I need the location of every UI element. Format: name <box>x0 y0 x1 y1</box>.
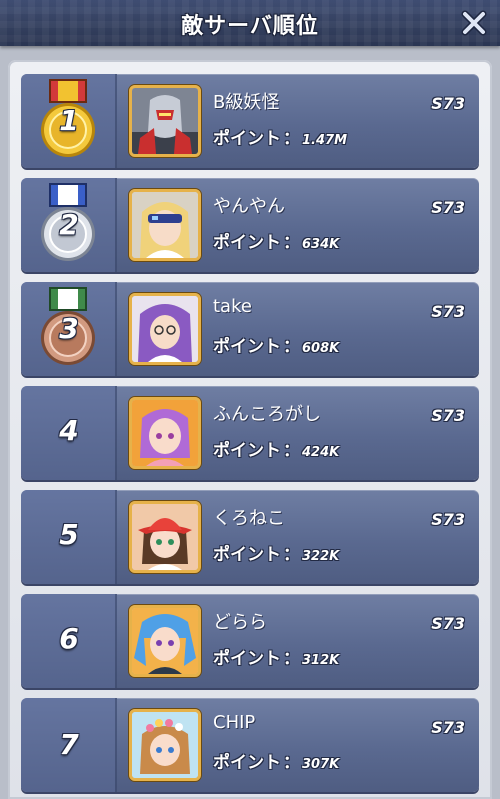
rank-number: 5 <box>59 518 79 551</box>
points-label: ポイント <box>213 649 281 669</box>
avatar[interactable] <box>129 85 201 157</box>
flower-crown-girl-avatar <box>132 712 198 778</box>
purple-hair-girl-avatar <box>132 400 198 466</box>
points: ポイント： 608K <box>213 332 339 357</box>
points-label: ポイント <box>213 753 281 773</box>
points-label: ポイント <box>213 545 281 565</box>
rank-number: 1 <box>59 104 79 137</box>
rank-number: 3 <box>59 312 79 345</box>
rank-cell: 6 <box>21 594 117 688</box>
points-colon: ： <box>283 337 300 357</box>
points-label: ポイント <box>213 129 281 149</box>
avatar[interactable] <box>129 709 201 781</box>
page-title: 敵サーバ順位 <box>181 14 319 39</box>
rank-cell: 3 <box>21 282 117 376</box>
points-colon: ： <box>283 545 300 565</box>
rank-number: 6 <box>59 622 79 655</box>
points-value: 307K <box>302 757 340 772</box>
avatar[interactable] <box>129 501 201 573</box>
points-value: 1.47M <box>302 133 348 148</box>
points: ポイント： 1.47M <box>213 124 347 149</box>
ranking-row[interactable]: 6 どらら S73 ポイント： 312K <box>21 594 479 688</box>
rank-number: 4 <box>59 414 79 447</box>
rank-number: 2 <box>59 208 79 241</box>
blue-twin-tail-avatar <box>132 608 198 674</box>
player-name: どらら <box>213 612 267 633</box>
player-name: ふんころがし <box>213 404 321 425</box>
server-id: S73 <box>431 406 465 425</box>
points-value: 608K <box>302 341 340 356</box>
avatar[interactable] <box>129 605 201 677</box>
player-name: やんやん <box>213 196 285 217</box>
points-label: ポイント <box>213 441 281 461</box>
player-name: CHIP <box>213 712 256 733</box>
player-name: くろねこ <box>213 508 285 529</box>
server-id: S73 <box>431 718 465 737</box>
points-label: ポイント <box>213 337 281 357</box>
points-colon: ： <box>283 649 300 669</box>
avatar[interactable] <box>129 397 201 469</box>
points-colon: ： <box>283 753 300 773</box>
blonde-visor-girl-avatar <box>132 192 198 258</box>
rank-cell: 7 <box>21 698 117 792</box>
rank-cell: 1 <box>21 74 117 168</box>
player-name: take <box>213 296 252 317</box>
purple-hair-glasses-avatar <box>132 296 198 362</box>
ranking-row[interactable]: 4 ふんころがし S73 ポイント： 424K <box>21 386 479 480</box>
ranking-row[interactable]: 7 CHIP S73 ポイント： 307K <box>21 698 479 792</box>
points-value: 424K <box>302 445 340 460</box>
points-value: 312K <box>302 653 340 668</box>
rank-cell: 2 <box>21 178 117 272</box>
ranking-list[interactable]: 1 B級妖怪 S73 ポイント： 1.47M 2 やんやん S73 ポイント ：… <box>8 60 492 799</box>
points-value: 634K <box>302 237 340 252</box>
rank-cell: 4 <box>21 386 117 480</box>
points-colon: ： <box>283 441 300 461</box>
server-id: S73 <box>431 198 465 217</box>
ranking-row[interactable]: 3 take S73 ポイント： 608K <box>21 282 479 376</box>
points: ポイント： 634K <box>213 228 339 253</box>
close-x-icon <box>461 10 487 36</box>
red-hat-girl-avatar <box>132 504 198 570</box>
points-label: ポイント <box>213 233 281 253</box>
points: ポイント： 307K <box>213 748 339 773</box>
rank-cell: 5 <box>21 490 117 584</box>
points-colon: ： <box>283 233 300 253</box>
server-id: S73 <box>431 94 465 113</box>
close-button[interactable] <box>458 7 490 39</box>
points: ポイント： 322K <box>213 540 339 565</box>
armored-hero-avatar <box>132 88 198 154</box>
server-id: S73 <box>431 510 465 529</box>
avatar[interactable] <box>129 189 201 261</box>
title-bar: 敵サーバ順位 <box>0 0 500 46</box>
points: ポイント： 424K <box>213 436 339 461</box>
player-name: B級妖怪 <box>213 92 280 113</box>
ranking-row[interactable]: 5 くろねこ S73 ポイント： 322K <box>21 490 479 584</box>
server-id: S73 <box>431 302 465 321</box>
points: ポイント： 312K <box>213 644 339 669</box>
points-colon: ： <box>283 129 300 149</box>
server-id: S73 <box>431 614 465 633</box>
ranking-row[interactable]: 1 B級妖怪 S73 ポイント： 1.47M <box>21 74 479 168</box>
ranking-row[interactable]: 2 やんやん S73 ポイント： 634K <box>21 178 479 272</box>
rank-number: 7 <box>59 728 79 761</box>
avatar[interactable] <box>129 293 201 365</box>
points-value: 322K <box>302 549 340 564</box>
